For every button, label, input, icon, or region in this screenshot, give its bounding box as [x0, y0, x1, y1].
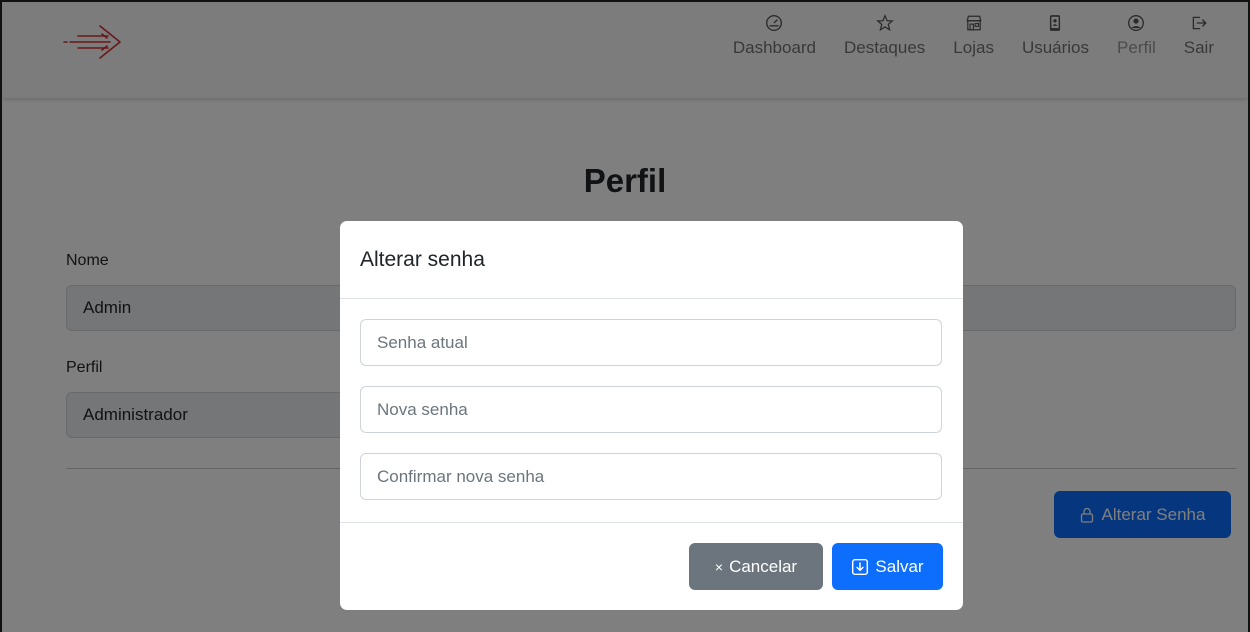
modal-title: Alterar senha	[360, 247, 485, 271]
modal-header: Alterar senha	[340, 221, 963, 299]
change-password-modal: Alterar senha × Cancelar Salvar	[340, 221, 963, 610]
save-button[interactable]: Salvar	[832, 543, 943, 590]
current-password-input[interactable]	[360, 319, 942, 366]
cancel-label: Cancelar	[729, 556, 798, 576]
cancel-button[interactable]: × Cancelar	[689, 543, 823, 590]
app-frame: Dashboard Destaques Lojas	[0, 0, 1250, 632]
save-download-icon	[852, 558, 869, 575]
modal-footer: × Cancelar Salvar	[340, 522, 963, 610]
save-label: Salvar	[875, 556, 924, 576]
confirm-password-input[interactable]	[360, 453, 942, 500]
close-icon: ×	[714, 558, 724, 575]
new-password-input[interactable]	[360, 386, 942, 433]
modal-body	[340, 299, 963, 500]
